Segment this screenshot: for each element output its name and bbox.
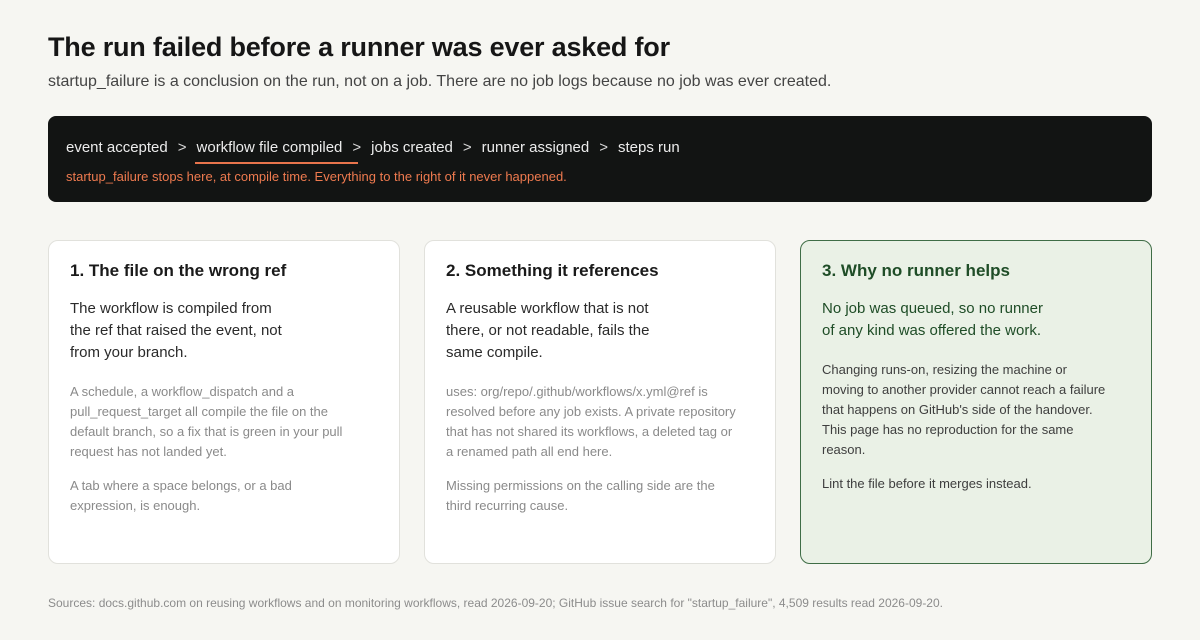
pipeline-note: startup_failure stops here, at compile t… bbox=[66, 169, 567, 184]
card-body: Changing runs-on, resizing the machine o… bbox=[822, 362, 1106, 457]
card-title: 1. The file on the wrong ref bbox=[70, 261, 287, 280]
stage-jobs-created: jobs created bbox=[371, 138, 453, 156]
stage-separator: > bbox=[462, 138, 472, 156]
card-body: uses: org/repo/.github/workflows/x.yml@r… bbox=[446, 384, 736, 459]
page: The run failed before a runner was ever … bbox=[0, 0, 1200, 640]
stage-separator: > bbox=[599, 138, 608, 156]
card-lead: A reusable workflow that is not there, o… bbox=[446, 300, 650, 361]
card-lead: The workflow is compiled from the ref th… bbox=[70, 300, 282, 361]
card-title: 3. Why no runner helps bbox=[822, 261, 1010, 280]
pipeline-stages: event accepted > workflow file compiled … bbox=[66, 136, 1134, 164]
card-wrong-ref: 1. The file on the wrong ref The workflo… bbox=[48, 240, 400, 564]
card-body: A schedule, a workflow_dispatch and a pu… bbox=[70, 384, 343, 459]
card-body: Missing permissions on the calling side … bbox=[446, 478, 715, 513]
card-body: Lint the file before it merges instead. bbox=[822, 476, 1032, 491]
stage-event-accepted: event accepted bbox=[66, 138, 168, 156]
page-subtitle: startup_failure is a conclusion on the r… bbox=[48, 73, 832, 90]
stage-separator: > bbox=[352, 138, 362, 156]
stage-workflow-compiled: workflow file compiled bbox=[194, 138, 359, 164]
pipeline-panel: event accepted > workflow file compiled … bbox=[48, 116, 1152, 202]
page-title: The run failed before a runner was ever … bbox=[48, 32, 670, 62]
stage-runner-assigned: runner assigned bbox=[481, 138, 590, 156]
stage-steps-run: steps run bbox=[618, 138, 680, 156]
cause-cards: 1. The file on the wrong ref The workflo… bbox=[48, 240, 1152, 564]
card-no-runner: 3. Why no runner helps No job was queued… bbox=[800, 240, 1152, 564]
card-references: 2. Something it references A reusable wo… bbox=[424, 240, 776, 564]
card-title: 2. Something it references bbox=[446, 261, 659, 280]
card-lead: No job was queued, so no runner of any k… bbox=[822, 300, 1043, 339]
stage-separator: > bbox=[177, 138, 187, 156]
card-body: A tab where a space belongs, or a bad ex… bbox=[70, 478, 292, 513]
sources-footer: Sources: docs.github.com on reusing work… bbox=[48, 596, 943, 610]
